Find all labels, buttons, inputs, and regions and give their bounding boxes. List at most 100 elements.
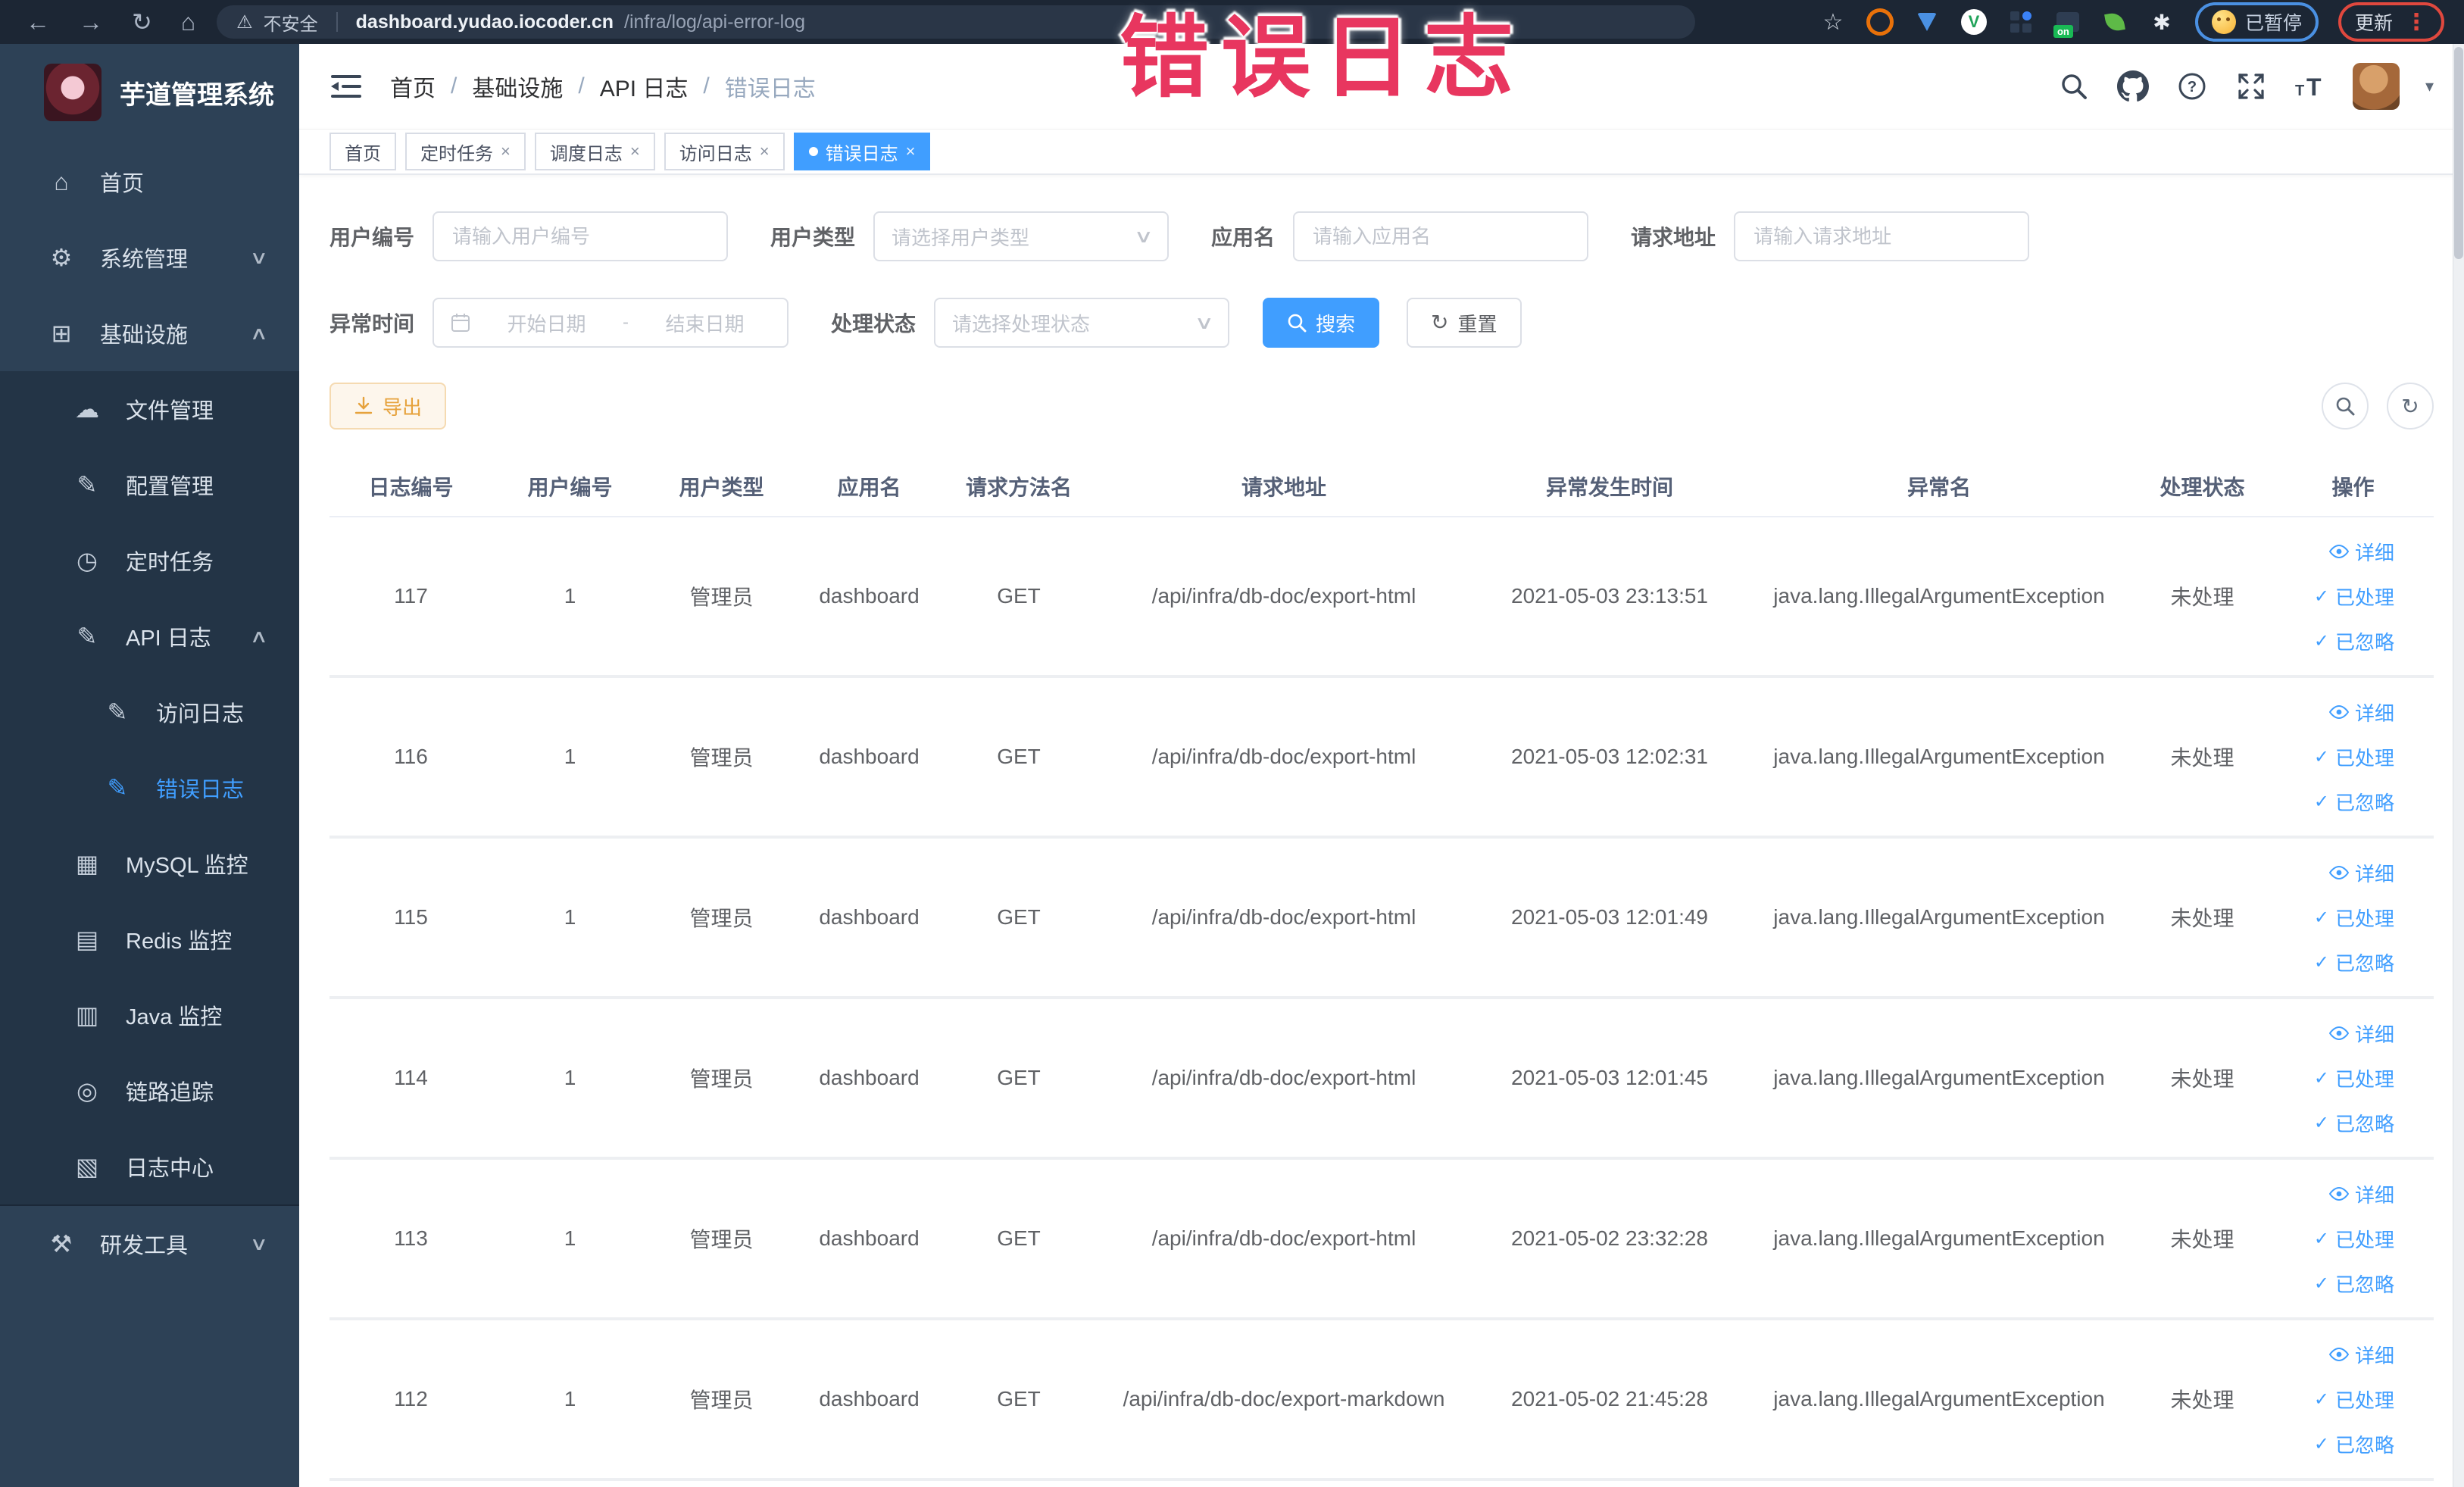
table-toolbar: 导出 ↻ bbox=[329, 383, 2434, 430]
sidebar-item-log-center[interactable]: ▧ 日志中心 bbox=[0, 1129, 299, 1204]
detail-link[interactable]: 详细 bbox=[2328, 859, 2394, 887]
process-link[interactable]: ✓ 已处理 bbox=[2314, 743, 2394, 771]
header-exception-name: 异常名 bbox=[1907, 476, 1971, 499]
sidebar-item-system[interactable]: ⚙ 系统管理 ∨ bbox=[0, 220, 299, 295]
refresh-table-button[interactable]: ↻ bbox=[2387, 383, 2434, 430]
ignore-link[interactable]: ✓ 已忽略 bbox=[2314, 948, 2394, 976]
process-link[interactable]: ✓ 已处理 bbox=[2314, 1225, 2394, 1253]
tab-scheduled-task[interactable]: 定时任务 × bbox=[405, 133, 526, 170]
font-size-icon[interactable]: TT bbox=[2294, 70, 2327, 103]
home-icon[interactable]: ⌂ bbox=[181, 10, 195, 34]
scrollbar-thumb[interactable] bbox=[2454, 47, 2463, 259]
cell-user-type: 管理员 bbox=[689, 1067, 754, 1091]
show-search-toggle-button[interactable] bbox=[2322, 383, 2369, 430]
ignore-link[interactable]: ✓ 已忽略 bbox=[2314, 1109, 2394, 1137]
sidebar-item-home[interactable]: ⌂ 首页 bbox=[0, 144, 299, 220]
forward-icon[interactable]: → bbox=[79, 10, 103, 34]
tab-error-log[interactable]: 错误日志 × bbox=[793, 133, 931, 170]
close-icon[interactable]: × bbox=[630, 142, 640, 161]
update-button[interactable]: 更新 ⋮ bbox=[2338, 2, 2444, 42]
breadcrumb-home[interactable]: 首页 bbox=[390, 70, 436, 103]
paused-badge[interactable]: 已暂停 bbox=[2194, 2, 2319, 42]
check-icon: ✓ bbox=[2313, 1433, 2329, 1454]
extensions-puzzle-icon[interactable]: ✱ bbox=[2148, 8, 2175, 36]
close-icon[interactable]: × bbox=[501, 142, 511, 161]
sidebar-item-api-log[interactable]: ✎ API 日志 ∧ bbox=[0, 598, 299, 674]
sidebar-item-infra[interactable]: ⊞ 基础设施 ∧ bbox=[0, 295, 299, 371]
svg-text:T: T bbox=[2306, 73, 2322, 101]
cell-status: 未处理 bbox=[2170, 1389, 2234, 1412]
reload-icon[interactable]: ↻ bbox=[132, 10, 152, 34]
fullscreen-icon[interactable] bbox=[2234, 70, 2268, 103]
header-log-id: 日志编号 bbox=[368, 476, 454, 499]
user-type-select[interactable]: 请选择用户类型 ∨ bbox=[873, 211, 1170, 261]
close-icon[interactable]: × bbox=[906, 142, 916, 161]
tab-schedule-log[interactable]: 调度日志 × bbox=[534, 133, 655, 170]
process-link[interactable]: ✓ 已处理 bbox=[2314, 1385, 2394, 1414]
export-button[interactable]: 导出 bbox=[329, 383, 447, 430]
app-logo-row[interactable]: 芋道管理系统 bbox=[0, 44, 299, 144]
breadcrumb-infra[interactable]: 基础设施 bbox=[472, 70, 563, 103]
extension-leaf-icon[interactable] bbox=[2101, 8, 2128, 36]
edit-icon: ✎ bbox=[77, 471, 98, 498]
user-avatar[interactable] bbox=[2352, 63, 2400, 110]
gear-icon: ⚙ bbox=[50, 244, 73, 271]
sidebar-item-redis-monitor[interactable]: ▤ Redis 监控 bbox=[0, 901, 299, 977]
extension-orange-icon[interactable] bbox=[1866, 8, 1894, 36]
sidebar-item-file-manage[interactable]: ☁ 文件管理 bbox=[0, 371, 299, 447]
extension-on-icon[interactable]: on bbox=[2053, 8, 2081, 38]
ignore-link[interactable]: ✓ 已忽略 bbox=[2314, 1270, 2394, 1298]
breadcrumb-current: 错误日志 bbox=[724, 77, 816, 102]
breadcrumb-api-log[interactable]: API 日志 bbox=[600, 70, 689, 103]
table-row: 113 1 管理员 dashboard GET /api/infra/db-do… bbox=[329, 1160, 2434, 1320]
cell-exception-name: java.lang.IllegalArgumentException bbox=[1773, 905, 2105, 929]
sidebar-item-error-log[interactable]: ✎ 错误日志 bbox=[0, 750, 299, 826]
sidebar-item-dev-tools[interactable]: ⚒ 研发工具 ∨ bbox=[0, 1206, 299, 1282]
search-icon[interactable] bbox=[2057, 70, 2091, 103]
eye-icon bbox=[2328, 705, 2349, 719]
extension-v-icon[interactable]: V bbox=[1960, 8, 1988, 36]
ignore-link[interactable]: ✓ 已忽略 bbox=[2314, 1430, 2394, 1458]
detail-link[interactable]: 详细 bbox=[2328, 1341, 2394, 1369]
bookmark-star-icon[interactable]: ☆ bbox=[1819, 8, 1847, 36]
browser-menu-icon[interactable]: ⋮ bbox=[2405, 9, 2428, 36]
sidebar-item-access-log[interactable]: ✎ 访问日志 bbox=[0, 674, 299, 750]
back-icon[interactable]: ← bbox=[26, 10, 50, 34]
tab-home[interactable]: 首页 bbox=[329, 133, 396, 170]
ignore-link[interactable]: ✓ 已忽略 bbox=[2314, 627, 2394, 655]
detail-link[interactable]: 详细 bbox=[2328, 698, 2394, 726]
process-link[interactable]: ✓ 已处理 bbox=[2314, 1064, 2394, 1092]
sidebar-item-mysql-monitor[interactable]: ▦ MySQL 监控 bbox=[0, 826, 299, 901]
app-name-input[interactable] bbox=[1293, 211, 1589, 261]
tab-access-log[interactable]: 访问日志 × bbox=[664, 133, 785, 170]
page-scrollbar[interactable] bbox=[2453, 44, 2464, 1487]
ignore-link[interactable]: ✓ 已忽略 bbox=[2314, 788, 2394, 816]
process-link[interactable]: ✓ 已处理 bbox=[2314, 583, 2394, 611]
extension-grid-icon[interactable] bbox=[2007, 8, 2035, 36]
hamburger-icon[interactable] bbox=[329, 70, 363, 103]
cell-method: GET bbox=[997, 1066, 1041, 1089]
process-link[interactable]: ✓ 已处理 bbox=[2314, 904, 2394, 932]
reset-button[interactable]: ↻ 重置 bbox=[1407, 298, 1522, 348]
exception-time-range-picker[interactable]: 开始日期 - 结束日期 bbox=[433, 298, 789, 348]
close-icon[interactable]: × bbox=[760, 142, 770, 161]
eye-icon bbox=[2328, 545, 2349, 558]
avatar-caret-icon[interactable]: ▾ bbox=[2425, 77, 2434, 96]
search-button[interactable]: 搜索 bbox=[1263, 298, 1380, 348]
sidebar-item-config-manage[interactable]: ✎ 配置管理 bbox=[0, 447, 299, 523]
request-url-input[interactable] bbox=[1734, 211, 2030, 261]
sidebar-item-scheduled-task[interactable]: ◷ 定时任务 bbox=[0, 523, 299, 598]
process-status-select[interactable]: 请选择处理状态 ∨ bbox=[934, 298, 1230, 348]
sidebar-item-trace[interactable]: ◎ 链路追踪 bbox=[0, 1053, 299, 1129]
detail-link[interactable]: 详细 bbox=[2328, 538, 2394, 566]
security-label: 不安全 bbox=[263, 14, 318, 35]
user-id-input[interactable] bbox=[433, 211, 729, 261]
sidebar-item-java-monitor[interactable]: ▥ Java 监控 bbox=[0, 977, 299, 1053]
infrastructure-icon: ⊞ bbox=[51, 320, 72, 347]
detail-link[interactable]: 详细 bbox=[2328, 1180, 2394, 1208]
github-icon[interactable] bbox=[2116, 70, 2150, 103]
detail-link[interactable]: 详细 bbox=[2328, 1020, 2394, 1048]
divider bbox=[336, 12, 338, 32]
extension-shield-icon[interactable] bbox=[1913, 8, 1941, 36]
help-icon[interactable]: ? bbox=[2175, 70, 2209, 103]
